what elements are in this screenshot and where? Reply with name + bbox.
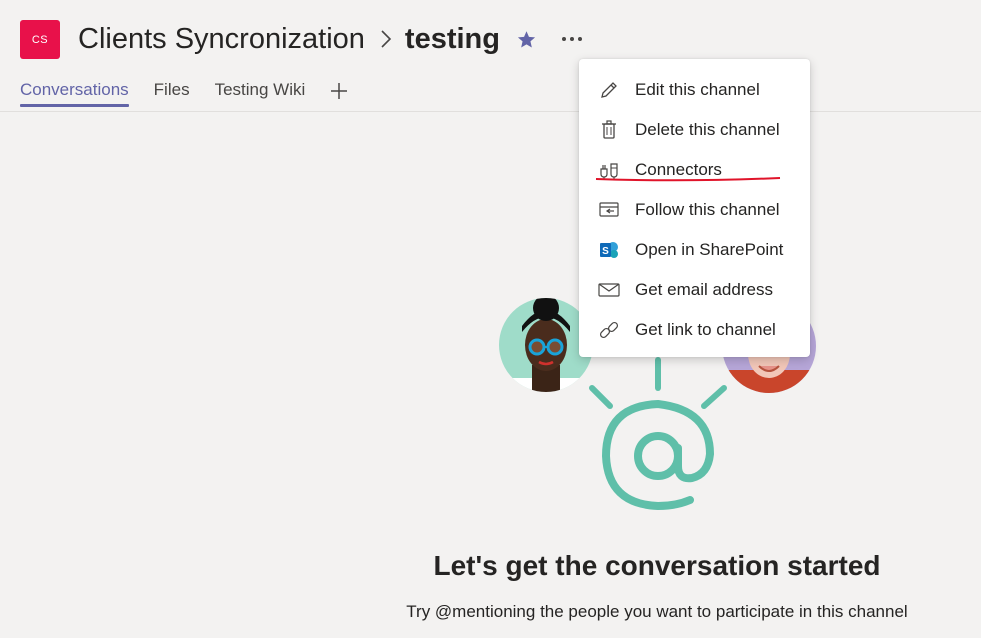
menu-item-label: Get email address xyxy=(635,280,773,299)
menu-item-get-email[interactable]: Get email address xyxy=(579,270,810,310)
menu-item-get-link[interactable]: Get link to channel xyxy=(579,310,810,350)
channel-options-menu: Edit this channel Delete this channel Co… xyxy=(579,59,810,357)
at-sign-icon xyxy=(601,399,715,511)
link-icon xyxy=(599,321,619,339)
empty-state-subtitle: Try @mentioning the people you want to p… xyxy=(406,602,908,621)
breadcrumb: Clients Syncronization testing xyxy=(78,18,583,60)
menu-item-connectors[interactable]: Connectors xyxy=(579,150,810,190)
channel-tabs: Conversations Files Testing Wiki xyxy=(20,80,348,112)
follow-icon xyxy=(599,202,619,217)
team-avatar-initials: CS xyxy=(31,33,49,46)
menu-item-edit-channel[interactable]: Edit this channel xyxy=(579,70,810,110)
pencil-icon xyxy=(601,82,617,98)
menu-item-label: Edit this channel xyxy=(635,80,760,99)
menu-item-follow-channel[interactable]: Follow this channel xyxy=(579,190,810,230)
team-name[interactable]: Clients Syncronization xyxy=(78,23,365,56)
svg-text:S: S xyxy=(602,246,609,257)
empty-state-title: Let's get the conversation started xyxy=(433,550,881,581)
star-icon[interactable] xyxy=(516,29,537,50)
menu-item-open-sharepoint[interactable]: S Open in SharePoint xyxy=(579,230,810,270)
plus-icon[interactable] xyxy=(330,82,348,100)
menu-item-label: Delete this channel xyxy=(635,120,780,139)
mention-rays xyxy=(589,357,727,409)
menu-item-label: Open in SharePoint xyxy=(635,240,784,259)
red-underline-annotation xyxy=(595,177,781,182)
menu-item-label: Follow this channel xyxy=(635,200,780,219)
sharepoint-icon: S xyxy=(600,242,618,258)
tab-files[interactable]: Files xyxy=(154,80,190,104)
ellipsis-icon[interactable] xyxy=(561,36,583,42)
chevron-right-icon xyxy=(381,30,392,48)
menu-item-label: Get link to channel xyxy=(635,320,776,339)
mail-icon xyxy=(598,283,620,297)
menu-item-delete-channel[interactable]: Delete this channel xyxy=(579,110,810,150)
channel-header: CS Clients Syncronization testing Conver… xyxy=(0,0,981,112)
trash-icon xyxy=(602,120,616,139)
tab-testing-wiki[interactable]: Testing Wiki xyxy=(215,80,306,104)
tab-conversations[interactable]: Conversations xyxy=(20,80,129,107)
team-avatar[interactable]: CS xyxy=(20,20,60,59)
channel-name: testing xyxy=(404,22,500,55)
